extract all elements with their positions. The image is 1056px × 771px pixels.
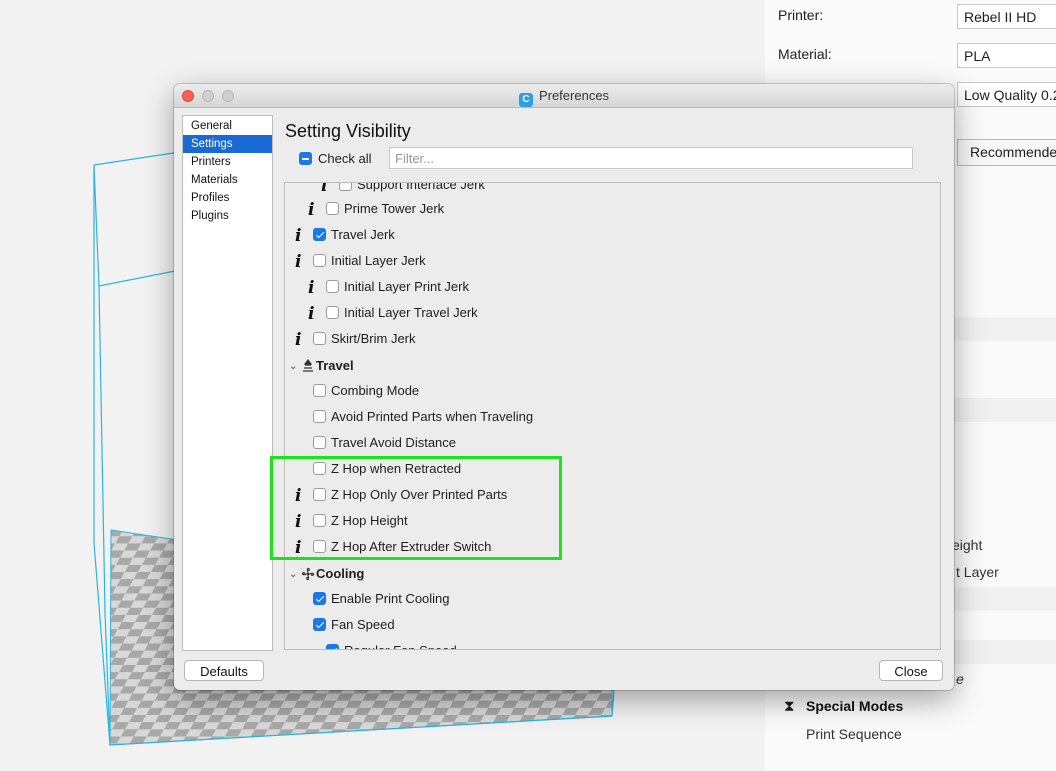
page-title: Setting Visibility [285,121,411,141]
setting-checkbox[interactable] [313,410,326,423]
setting-label: Fan Speed [331,617,395,632]
setting-checkbox[interactable] [326,306,339,319]
setting-row[interactable]: Combing Mode [285,379,940,403]
special-modes-heading[interactable]: Special Modes [806,698,903,714]
info-icon[interactable]: i [308,278,314,298]
profile-select[interactable]: Low Quality 0.2 [957,82,1056,107]
nav-item-general[interactable]: General [183,117,272,135]
setting-label: Initial Layer Travel Jerk [344,305,478,320]
setting-label: Skirt/Brim Jerk [331,331,416,346]
setting-row[interactable]: Fan Speed [285,613,940,637]
setting-row[interactable]: i Support Interface Jerk [285,182,940,197]
setting-label: Regular Fan Speed [344,643,457,649]
info-icon[interactable]: i [295,226,301,246]
setting-label: Combing Mode [331,383,420,398]
dialog-title: C Preferences [174,88,954,107]
check-all-checkbox[interactable] [299,152,312,165]
setting-checkbox[interactable] [339,183,352,191]
setting-checkbox[interactable] [313,228,326,241]
setting-label: Initial Layer Print Jerk [344,279,469,294]
defaults-button[interactable]: Defaults [184,660,264,681]
dialog-title-text: Preferences [538,88,610,103]
setting-row[interactable]: i Initial Layer Print Jerk [285,275,940,299]
nav-item-materials[interactable]: Materials [183,171,272,189]
setting-row[interactable]: Travel Avoid Distance [285,431,940,455]
setting-label: Prime Tower Jerk [344,201,445,216]
check-all-label: Check all [318,151,372,166]
setting-checkbox[interactable] [313,254,326,267]
z-hop-highlight-box [270,456,562,560]
chevron-down-icon[interactable]: ⌄ [289,361,297,372]
preferences-nav: General Settings Printers Materials Prof… [182,115,273,651]
nav-item-settings[interactable]: Settings [183,135,272,153]
setting-label: Initial Layer Jerk [331,253,426,268]
setting-label: Avoid Printed Parts when Traveling [331,409,534,424]
setting-label-partial: eight [952,537,983,553]
setting-label: Travel Jerk [331,227,395,242]
setting-row[interactable]: Avoid Printed Parts when Traveling [285,405,940,429]
material-label: Material: [778,46,832,62]
category-label: Travel [316,358,354,373]
settings-visibility-list[interactable]: i Support Interface Jerk i Prime Tower Jerk… [284,182,941,650]
setting-row[interactable]: Regular Fan Speed [285,639,940,649]
setting-checkbox[interactable] [326,280,339,293]
filter-input[interactable] [389,147,913,169]
cura-logo-icon: C [518,93,533,107]
special-modes-icon: ⧗ [784,698,795,715]
setting-checkbox[interactable] [313,618,326,631]
nav-item-printers[interactable]: Printers [183,153,272,171]
print-sequence-label: Print Sequence [806,726,902,742]
setting-checkbox[interactable] [313,592,326,605]
setting-row[interactable]: Enable Print Cooling [285,587,940,611]
setting-checkbox[interactable] [326,644,339,649]
dialog-titlebar[interactable]: C Preferences [174,84,954,108]
setting-row[interactable]: i Initial Layer Travel Jerk [285,301,940,325]
setting-row[interactable]: i Travel Jerk [285,223,940,247]
category-row[interactable]: ⌄ Travel [285,355,940,379]
setting-label: Enable Print Cooling [331,591,450,606]
preferences-dialog: C Preferences General Settings Printers M… [174,84,954,690]
setting-checkbox[interactable] [313,384,326,397]
category-row[interactable]: ⌄ Cooling [285,563,940,587]
chevron-down-icon[interactable]: ⌄ [289,569,297,580]
info-icon[interactable]: i [321,183,327,196]
setting-label-partial: t Layer [956,564,999,580]
cooling-fan-icon [301,566,315,582]
nav-item-profiles[interactable]: Profiles [183,189,272,207]
travel-category-icon [301,358,315,374]
info-icon[interactable]: i [308,304,314,324]
printer-label: Printer: [778,7,824,23]
setting-checkbox[interactable] [326,202,339,215]
setting-checkbox[interactable] [313,436,326,449]
info-icon[interactable]: i [295,330,301,350]
setting-label: Support Interface Jerk [357,182,485,192]
close-button[interactable]: Close [879,660,943,681]
info-icon[interactable]: i [308,200,314,220]
recommended-mode-button[interactable]: Recommended [957,139,1056,166]
nav-item-plugins[interactable]: Plugins [183,207,272,225]
material-select[interactable]: PLA [957,43,1056,68]
printer-select[interactable]: Rebel II HD [957,4,1056,29]
category-label: Cooling [316,566,365,581]
setting-checkbox[interactable] [313,332,326,345]
setting-label-partial: e [956,671,964,687]
setting-label: Travel Avoid Distance [331,435,457,450]
setting-row[interactable]: i Skirt/Brim Jerk [285,327,940,351]
info-icon[interactable]: i [295,252,301,272]
setting-row[interactable]: i Prime Tower Jerk [285,197,940,221]
setting-row[interactable]: i Initial Layer Jerk [285,249,940,273]
